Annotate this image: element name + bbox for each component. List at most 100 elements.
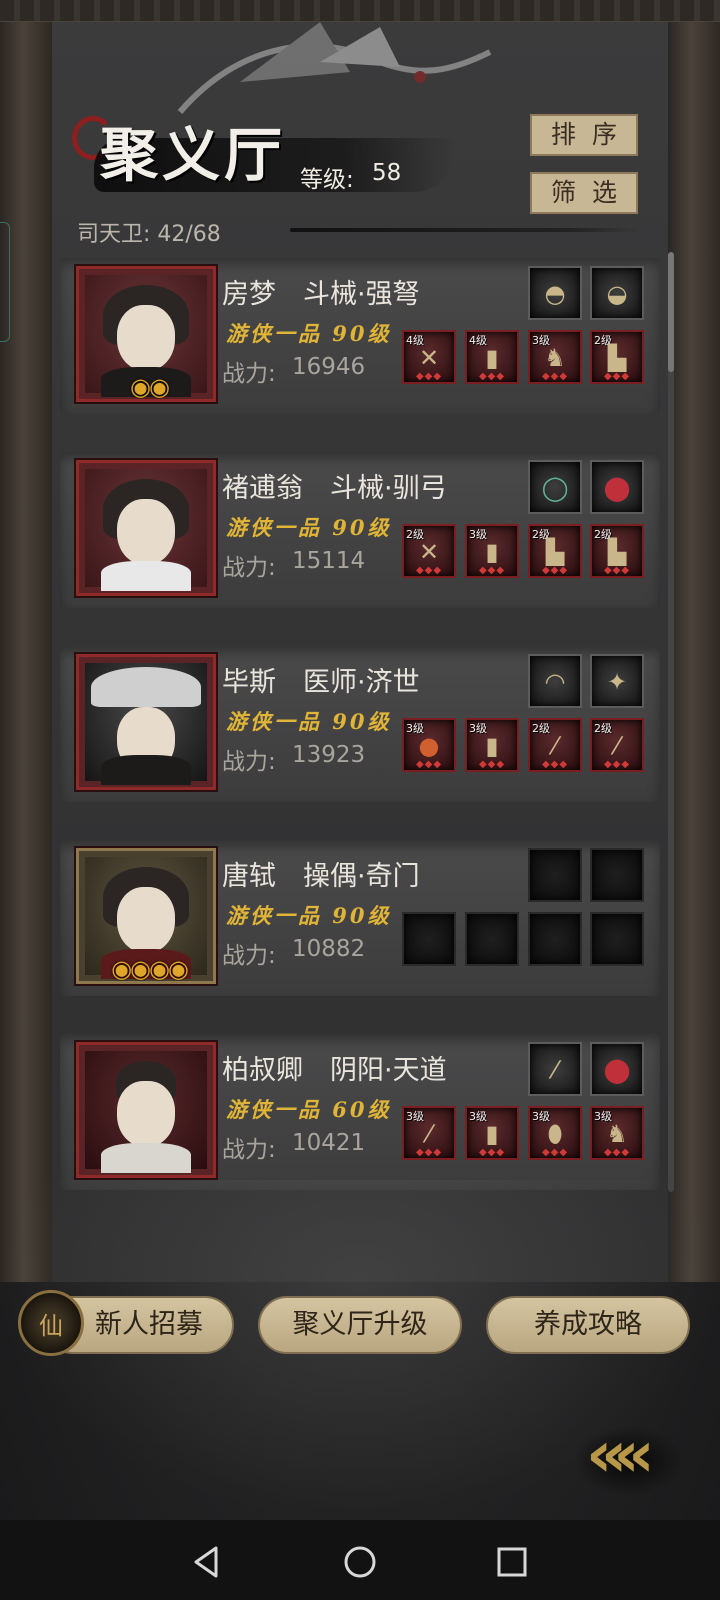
hero-card[interactable]: 柏叔卿 阴阳·天道 游侠一品 60级 战力: 10421 ⁄ ⬤ 3级 ⁄ ◆◆◆ …: [60, 1034, 660, 1190]
hall-upgrade-button[interactable]: 聚义厅升级: [258, 1296, 462, 1354]
filter-button[interactable]: 筛选: [530, 172, 638, 214]
equip-slot[interactable]: 4级 ✕ ◆◆◆: [402, 330, 456, 384]
treasure-slot[interactable]: ◯: [528, 460, 582, 514]
list-scroll-thumb[interactable]: [668, 252, 674, 372]
red-gem-icon: ⬤: [603, 1056, 631, 1084]
treasure-slot[interactable]: ✦: [590, 654, 644, 708]
horse-icon: ♞: [606, 1120, 628, 1148]
list-scrollbar[interactable]: [668, 252, 674, 1192]
hero-name: 房梦 斗械·强弩: [222, 279, 420, 310]
game-screen: 聚义厅 等级: 58 排序 筛选 司天卫: 42/68 ◉◉ 房梦 斗械·强弩 …: [0, 0, 720, 1520]
circle-home-icon[interactable]: [340, 1542, 380, 1582]
empty-treasure-slot[interactable]: [590, 848, 644, 902]
power-value: 10421: [292, 1130, 366, 1156]
empty-equip-slot[interactable]: [465, 912, 519, 966]
golden-bangle-icon: ◠: [544, 668, 566, 696]
staff-icon: ⁄: [614, 732, 619, 760]
level-value: 58: [372, 160, 402, 186]
equip-slot[interactable]: 3级 ♞ ◆◆◆: [590, 1106, 644, 1160]
jar-icon: ⬮: [547, 1120, 563, 1148]
equip-slot[interactable]: 4级 ▮ ◆◆◆: [465, 330, 519, 384]
power-value: 16946: [292, 354, 366, 380]
treasure-slot[interactable]: ◒: [590, 266, 644, 320]
robe-icon: ▮: [485, 732, 499, 760]
hero-portrait[interactable]: ◉◉◉◉: [76, 848, 216, 984]
equip-slot[interactable]: 3级 ▮ ◆◆◆: [465, 524, 519, 578]
sort-button[interactable]: 排序: [530, 114, 638, 156]
jade-bracelet-icon: ◯: [541, 474, 569, 502]
hero-rank: 游侠一品 90级: [226, 515, 392, 540]
empty-equip-slot[interactable]: [402, 912, 456, 966]
empty-equip-slot[interactable]: [590, 912, 644, 966]
equip-slot[interactable]: 3级 ⁄ ◆◆◆: [402, 1106, 456, 1160]
equip-slot[interactable]: 2级 ✕ ◆◆◆: [402, 524, 456, 578]
hero-portrait[interactable]: [76, 654, 216, 790]
robe-icon: ▮: [485, 538, 499, 566]
treasure-slot[interactable]: ⁄: [528, 1042, 582, 1096]
header-underline: [290, 228, 640, 232]
hero-card[interactable]: ◉◉◉◉ 唐轼 操偶·奇门 游侠一品 90级 战力: 10882: [60, 840, 660, 996]
treasure-slot[interactable]: ◓: [528, 266, 582, 320]
back-button[interactable]: ««: [574, 1412, 684, 1500]
treasure-slot[interactable]: ⬤: [590, 460, 644, 514]
hero-portrait[interactable]: [76, 460, 216, 596]
hero-portrait[interactable]: [76, 1042, 216, 1178]
left-pillar: [0, 22, 52, 1282]
power-value: 13923: [292, 742, 366, 768]
robe-icon: ▮: [485, 1120, 499, 1148]
power-label: 战力:: [222, 555, 276, 581]
power-label: 战力:: [222, 943, 276, 969]
hairpin-icon: ✦: [606, 668, 628, 696]
triangle-back-icon[interactable]: [186, 1542, 226, 1582]
bow-icon: ✕: [418, 538, 440, 566]
hero-portrait[interactable]: ◉◉: [76, 266, 216, 402]
equip-slot[interactable]: 3级 ⬮ ◆◆◆: [528, 1106, 582, 1160]
shell-icon: ◒: [606, 280, 628, 308]
power-label: 战力:: [222, 749, 276, 775]
empty-treasure-slot[interactable]: [528, 848, 582, 902]
equip-slot[interactable]: 2级 ▙ ◆◆◆: [590, 524, 644, 578]
boots-icon: ▙: [545, 538, 565, 566]
equip-slot[interactable]: 2级 ⁄ ◆◆◆: [590, 718, 644, 772]
equip-slot[interactable]: 3级 ● ◆◆◆: [402, 718, 456, 772]
flail-icon: ●: [418, 732, 440, 760]
power-value: 15114: [292, 548, 366, 574]
hero-rank: 游侠一品 90级: [226, 321, 392, 346]
header: 聚义厅 等级: 58 排序 筛选 司天卫: 42/68: [72, 108, 652, 248]
staff-icon: ⁄: [552, 1056, 557, 1084]
boots-icon: ▙: [607, 538, 627, 566]
square-recent-icon[interactable]: [492, 1542, 532, 1582]
equip-slot[interactable]: 3级 ▮ ◆◆◆: [465, 718, 519, 772]
hero-rank: 游侠一品 60级: [226, 1097, 392, 1122]
hero-name: 褚逋翁 斗械·驯弓: [222, 473, 447, 504]
equip-slot[interactable]: 3级 ▮ ◆◆◆: [465, 1106, 519, 1160]
hero-name: 柏叔卿 阴阳·天道: [222, 1055, 447, 1086]
recruit-badge-icon[interactable]: 仙: [18, 1290, 84, 1356]
hero-card[interactable]: ◉◉ 房梦 斗械·强弩 游侠一品 90级 战力: 16946 ◓ ◒ 4级 ✕ ◆◆…: [60, 258, 660, 414]
system-nav-bar: [0, 1520, 720, 1600]
hero-rank: 游侠一品 90级: [226, 903, 392, 928]
empty-equip-slot[interactable]: [528, 912, 582, 966]
hero-card[interactable]: 褚逋翁 斗械·驯弓 游侠一品 90级 战力: 15114 ◯ ⬤ 2级 ✕ ◆◆◆ …: [60, 452, 660, 608]
horse-icon: ♞: [544, 344, 566, 372]
treasure-slot[interactable]: ◠: [528, 654, 582, 708]
armor-icon: ▮: [485, 344, 499, 372]
equip-slot[interactable]: 2级 ▙ ◆◆◆: [528, 524, 582, 578]
treasure-slot[interactable]: ⬤: [590, 1042, 644, 1096]
power-value: 10882: [292, 936, 366, 962]
equip-slot[interactable]: 2级 ▙ ◆◆◆: [590, 330, 644, 384]
hero-card[interactable]: 毕斯 医师·济世 游侠一品 90级 战力: 13923 ◠ ✦ 3级 ● ◆◆◆ 3…: [60, 646, 660, 802]
red-gem-icon: ⬤: [603, 474, 631, 502]
side-tab[interactable]: [0, 222, 10, 342]
hero-name: 唐轼 操偶·奇门: [222, 861, 420, 892]
hero-list[interactable]: ◉◉ 房梦 斗械·强弩 游侠一品 90级 战力: 16946 ◓ ◒ 4级 ✕ ◆◆…: [60, 258, 660, 1218]
power-label: 战力:: [222, 361, 276, 387]
page-title: 聚义厅: [100, 121, 287, 189]
double-chevron-left-icon: ««: [586, 1418, 655, 1492]
equip-slot[interactable]: 2级 ⁄ ◆◆◆: [528, 718, 582, 772]
star-rating: ◉◉: [130, 373, 170, 401]
mushroom-icon: ◓: [544, 280, 566, 308]
equip-slot[interactable]: 3级 ♞ ◆◆◆: [528, 330, 582, 384]
training-guide-button[interactable]: 养成攻略: [486, 1296, 690, 1354]
hero-name: 毕斯 医师·济世: [222, 667, 420, 698]
